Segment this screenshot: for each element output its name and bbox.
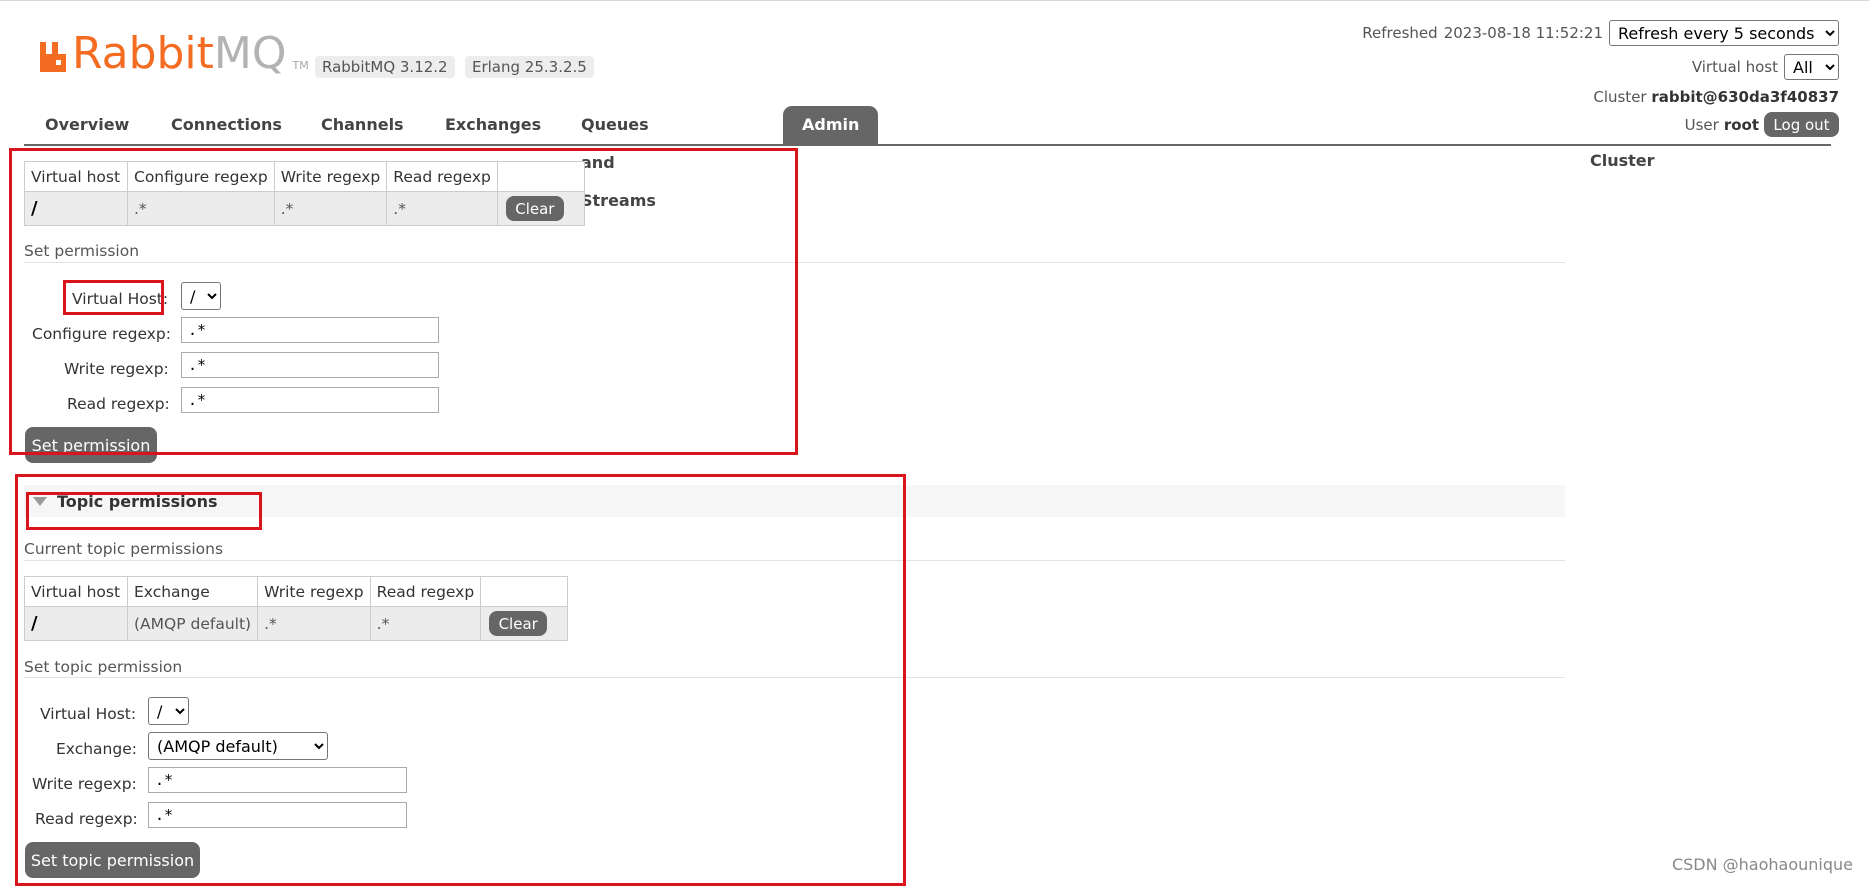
cell-vhost: /	[24, 606, 128, 641]
topic-vhost-label: Virtual Host:	[40, 705, 137, 723]
user-name: root	[1723, 115, 1759, 134]
set-topic-permission-heading: Set topic permission	[24, 658, 183, 676]
table-row: / (AMQP default) .* .* Clear	[24, 606, 569, 641]
cell-action: Clear	[496, 191, 585, 226]
vhost-field-label: Virtual Host:	[72, 290, 169, 308]
cell-configure: .*	[127, 191, 275, 226]
cell-vhost: /	[24, 191, 128, 226]
refreshed-label: Refreshed	[1362, 24, 1438, 42]
tab-admin[interactable]: Admin	[783, 106, 879, 144]
logo-text-rabbit: Rabbit	[72, 28, 214, 79]
tab-connections[interactable]: Connections	[171, 106, 282, 144]
rabbit-logo-icon	[38, 38, 68, 74]
csdn-watermark: CSDN @haohaounique	[1671, 855, 1853, 874]
col-actions	[496, 161, 585, 192]
col-configure-regexp: Configure regexp	[127, 161, 275, 192]
set-topic-permission-rule	[24, 677, 1565, 678]
top-border	[0, 0, 1869, 1]
cell-write: .*	[273, 191, 388, 226]
cell-action: Clear	[480, 606, 569, 641]
table-header-row: Virtual host Exchange Write regexp Read …	[24, 576, 569, 607]
col-write-regexp: Write regexp	[273, 161, 388, 192]
virtual-host-select[interactable]: All	[1784, 54, 1839, 80]
user-info: User root Log out	[1685, 112, 1839, 137]
topic-write-regexp-label: Write regexp:	[32, 775, 137, 793]
col-virtual-host: Virtual host	[24, 576, 128, 607]
configure-regexp-label: Configure regexp:	[32, 325, 171, 343]
tab-exchanges[interactable]: Exchanges	[445, 106, 541, 144]
topic-write-regexp-input[interactable]	[148, 767, 407, 793]
col-read-regexp: Read regexp	[369, 576, 482, 607]
cluster-label: Cluster	[1593, 88, 1647, 106]
clear-permission-button[interactable]: Clear	[505, 196, 564, 221]
collapse-triangle-icon[interactable]	[33, 497, 47, 506]
set-topic-permission-button[interactable]: Set topic permission	[25, 842, 200, 878]
topic-permissions-table: Virtual host Exchange Write regexp Read …	[24, 576, 569, 641]
write-regexp-label: Write regexp:	[64, 360, 169, 378]
exchange-select[interactable]: (AMQP default)	[148, 732, 328, 760]
refresh-interval-select[interactable]: Refresh every 5 seconds	[1609, 20, 1839, 46]
cell-read: .*	[369, 606, 482, 641]
tab-channels[interactable]: Channels	[321, 106, 404, 144]
refresh-row: Refreshed 2023-08-18 11:52:21 Refresh ev…	[1362, 20, 1839, 46]
read-regexp-label: Read regexp:	[67, 395, 170, 413]
current-topic-rule	[24, 560, 1565, 561]
topic-vhost-select[interactable]: /	[148, 697, 189, 725]
cluster-name: rabbit@630da3f40837	[1651, 88, 1839, 106]
set-permission-button[interactable]: Set permission	[25, 427, 157, 463]
table-row: / .* .* .* Clear	[24, 191, 585, 226]
col-read-regexp: Read regexp	[386, 161, 498, 192]
set-permission-rule	[24, 262, 1565, 263]
col-virtual-host: Virtual host	[24, 161, 128, 192]
col-write-regexp: Write regexp	[257, 576, 371, 607]
sidebar-cluster-label[interactable]: Cluster	[1590, 151, 1655, 170]
clear-topic-permission-button[interactable]: Clear	[489, 611, 548, 636]
tab-queues-and-streams[interactable]: Queues and Streams	[581, 106, 656, 210]
virtual-host-row: Virtual host All	[1692, 54, 1839, 80]
tab-overview[interactable]: Overview	[45, 106, 129, 144]
col-actions	[480, 576, 569, 607]
logo-trademark: TM	[292, 59, 309, 72]
refreshed-time: 2023-08-18 11:52:21	[1443, 24, 1603, 42]
topic-read-regexp-input[interactable]	[148, 802, 407, 828]
configure-regexp-input[interactable]	[181, 317, 439, 343]
topic-permissions-title[interactable]: Topic permissions	[57, 492, 218, 511]
exchange-label: Exchange:	[56, 740, 137, 758]
set-permission-heading: Set permission	[24, 242, 140, 260]
vhost-select[interactable]: /	[181, 282, 221, 310]
topic-permissions-section-header[interactable]	[24, 485, 1565, 517]
cell-read: .*	[386, 191, 498, 226]
cell-write: .*	[257, 606, 371, 641]
col-exchange: Exchange	[126, 576, 259, 607]
current-topic-permissions-heading: Current topic permissions	[24, 540, 224, 558]
write-regexp-input[interactable]	[181, 352, 439, 378]
cluster-info: Cluster rabbit@630da3f40837	[1593, 88, 1839, 106]
topic-read-regexp-label: Read regexp:	[35, 810, 138, 828]
permissions-table: Virtual host Configure regexp Write rege…	[24, 161, 585, 226]
virtual-host-label: Virtual host	[1691, 58, 1778, 76]
tab-underline	[24, 144, 1831, 146]
logout-button[interactable]: Log out	[1764, 112, 1839, 137]
rabbitmq-logo[interactable]: Rabbit MQ TM	[38, 28, 309, 79]
rabbitmq-version-badge: RabbitMQ 3.12.2	[315, 56, 455, 78]
read-regexp-input[interactable]	[181, 387, 439, 413]
cell-exchange: (AMQP default)	[126, 606, 259, 641]
logo-text-mq: MQ	[213, 28, 287, 79]
erlang-version-badge: Erlang 25.3.2.5	[465, 56, 594, 78]
user-label: User	[1684, 115, 1719, 134]
table-header-row: Virtual host Configure regexp Write rege…	[24, 161, 585, 192]
